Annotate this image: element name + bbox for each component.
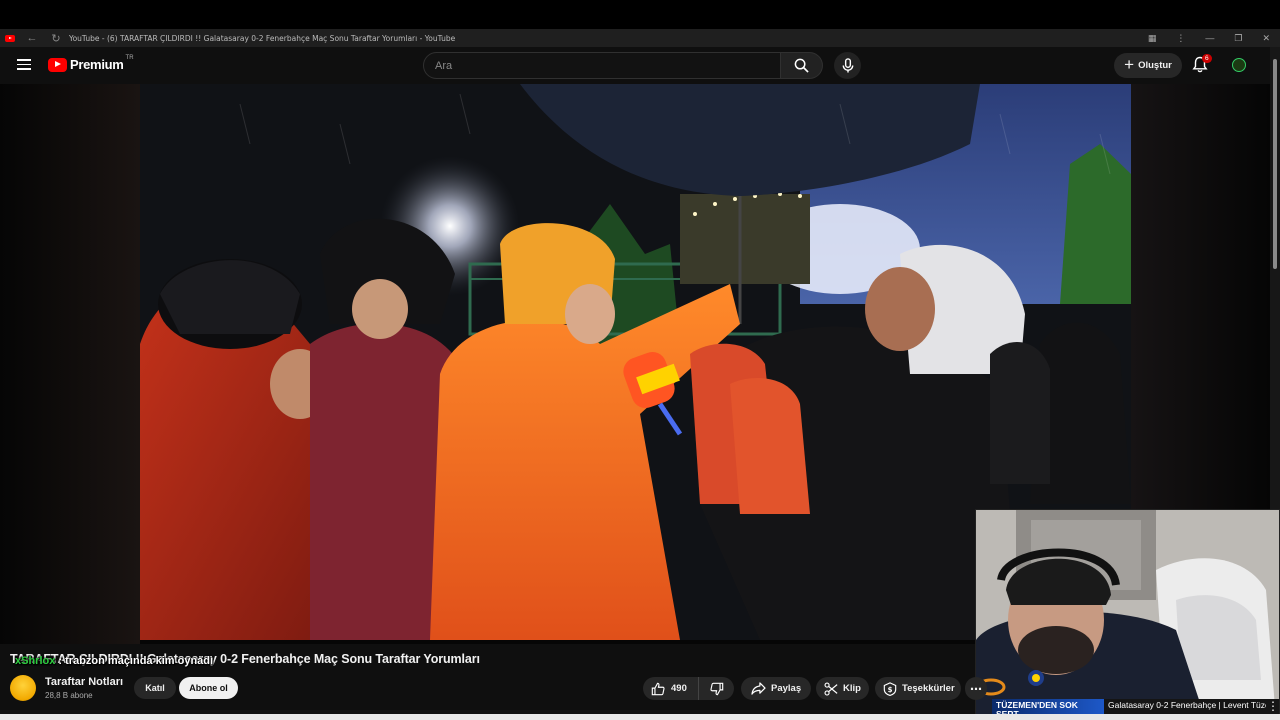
scissors-icon bbox=[824, 681, 838, 696]
like-dislike-group: 490 bbox=[643, 677, 734, 700]
clip-button[interactable]: Klip bbox=[816, 677, 869, 700]
video-owner-row: Taraftar Notları 28,8 B abone Katıl Abon… bbox=[10, 674, 987, 702]
voice-search-button[interactable] bbox=[834, 52, 861, 79]
thanks-label: Teşekkürler bbox=[902, 683, 955, 694]
streamer-webcam-overlay: TÜZEMEN'DEN SOK SERT Galatasaray 0-2 Fen… bbox=[975, 509, 1280, 720]
chat-username: xShrlox bbox=[15, 655, 56, 667]
more-vert-icon[interactable]: ⋮ bbox=[1266, 699, 1279, 713]
window-title: YouTube - (6) TARAFTAR ÇILDIRDI !! Galat… bbox=[69, 33, 456, 43]
chat-message-text: : trabzon maçında kim oynadı bbox=[58, 655, 214, 667]
stream-chat-message: xShrlox : trabzon maçında kim oynadı bbox=[15, 655, 213, 667]
share-arrow-icon bbox=[751, 682, 766, 695]
window-controls: ▦ ⋮ — ❐ ✕ bbox=[1148, 29, 1270, 47]
plus-icon: + bbox=[1124, 55, 1135, 74]
channel-name[interactable]: Taraftar Notları bbox=[45, 676, 123, 688]
more-actions-button[interactable]: ⋯ bbox=[965, 677, 987, 700]
dislike-button[interactable] bbox=[699, 677, 734, 700]
microphone-icon bbox=[842, 58, 853, 73]
thumbs-down-icon bbox=[709, 682, 723, 695]
youtube-favicon-icon bbox=[5, 34, 15, 42]
logo-brand-text: Premium bbox=[70, 57, 124, 72]
search-box bbox=[423, 52, 823, 79]
thanks-button[interactable]: $ Teşekkürler bbox=[875, 677, 961, 700]
create-label: Oluştur bbox=[1138, 60, 1172, 71]
webcam-card-title: Galatasaray 0-2 Fenerbahçe | Levent Tüze… bbox=[1108, 700, 1266, 710]
share-button[interactable]: Paylaş bbox=[741, 677, 811, 700]
logo-region-code: TR bbox=[125, 54, 134, 61]
window-titlebar: ← ↻ YouTube - (6) TARAFTAR ÇILDIRDI !! G… bbox=[0, 29, 1280, 47]
close-button[interactable]: ✕ bbox=[1262, 33, 1270, 44]
restore-button[interactable]: ❐ bbox=[1234, 33, 1242, 44]
like-button[interactable]: 490 bbox=[643, 677, 699, 700]
super-thanks-icon: $ bbox=[883, 681, 897, 696]
extensions-icon[interactable]: ▦ bbox=[1148, 33, 1157, 44]
youtube-logo[interactable]: Premium TR bbox=[48, 54, 134, 72]
hamburger-menu-icon[interactable] bbox=[17, 59, 31, 70]
top-black-strip bbox=[0, 0, 1280, 29]
search-input[interactable] bbox=[423, 52, 781, 79]
like-count: 490 bbox=[671, 683, 687, 694]
account-avatar[interactable] bbox=[1232, 58, 1246, 72]
clip-label: Klip bbox=[843, 683, 861, 694]
kebab-menu-icon[interactable]: ⋮ bbox=[1176, 33, 1185, 44]
video-title-row: TARAFTAR ÇILDIRDI !! Galatasaray 0-2 Fen… bbox=[10, 652, 970, 670]
svg-text:$: $ bbox=[888, 686, 893, 694]
bottom-taskbar-strip bbox=[0, 714, 1280, 720]
thumbs-up-icon bbox=[651, 682, 665, 695]
notification-count-badge: 6 bbox=[1202, 54, 1212, 63]
share-label: Paylaş bbox=[771, 683, 802, 694]
search-button[interactable] bbox=[781, 52, 823, 79]
join-button[interactable]: Katıl bbox=[134, 677, 176, 699]
youtube-masthead: Premium TR + Oluştur 6 bbox=[0, 47, 1280, 84]
webcam-scene-illustration bbox=[976, 510, 1279, 719]
back-arrow-icon[interactable]: ← bbox=[25, 32, 39, 44]
reload-icon[interactable]: ↻ bbox=[49, 32, 63, 45]
youtube-play-icon bbox=[48, 57, 67, 72]
subscriber-count: 28,8 B abone bbox=[45, 691, 93, 700]
more-horiz-icon: ⋯ bbox=[970, 681, 982, 696]
scrollbar-thumb[interactable] bbox=[1273, 59, 1277, 269]
minimize-button[interactable]: — bbox=[1205, 33, 1214, 43]
search-icon bbox=[794, 58, 809, 73]
player-letterbox-left bbox=[0, 84, 140, 644]
channel-avatar[interactable] bbox=[10, 675, 36, 701]
notifications-button[interactable]: 6 bbox=[1192, 54, 1212, 74]
subscribe-button[interactable]: Abone ol bbox=[179, 677, 238, 699]
create-button[interactable]: + Oluştur bbox=[1114, 53, 1182, 78]
